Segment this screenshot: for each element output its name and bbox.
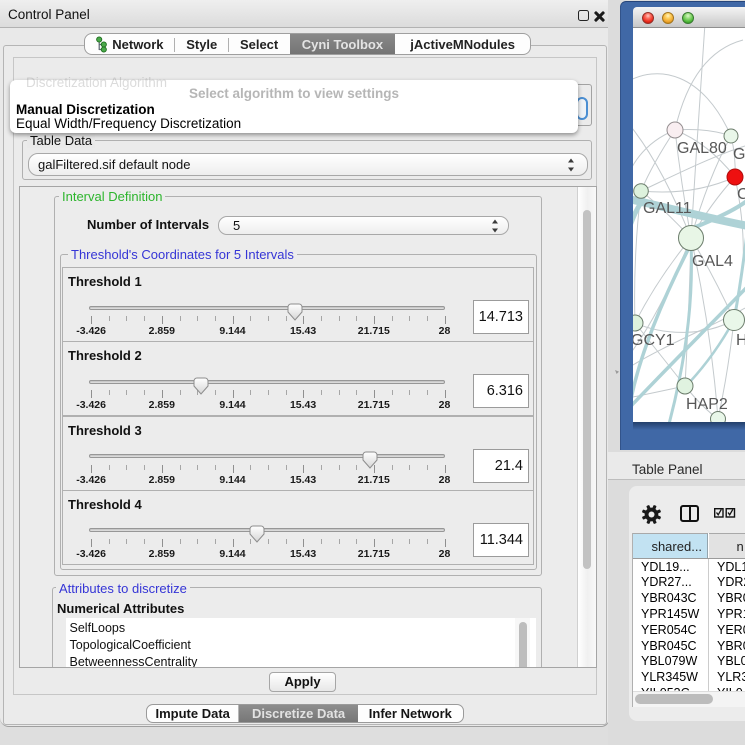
svg-text:C: C (737, 186, 745, 203)
svg-text:GAL4: GAL4 (692, 253, 733, 270)
svg-text:GAL11: GAL11 (643, 200, 692, 217)
svg-text:GA: GA (733, 146, 745, 163)
svg-text:H: H (736, 332, 745, 349)
svg-text:HAP2: HAP2 (686, 396, 728, 413)
svg-text:GAL80: GAL80 (677, 140, 727, 157)
svg-text:GCY1: GCY1 (633, 332, 675, 349)
